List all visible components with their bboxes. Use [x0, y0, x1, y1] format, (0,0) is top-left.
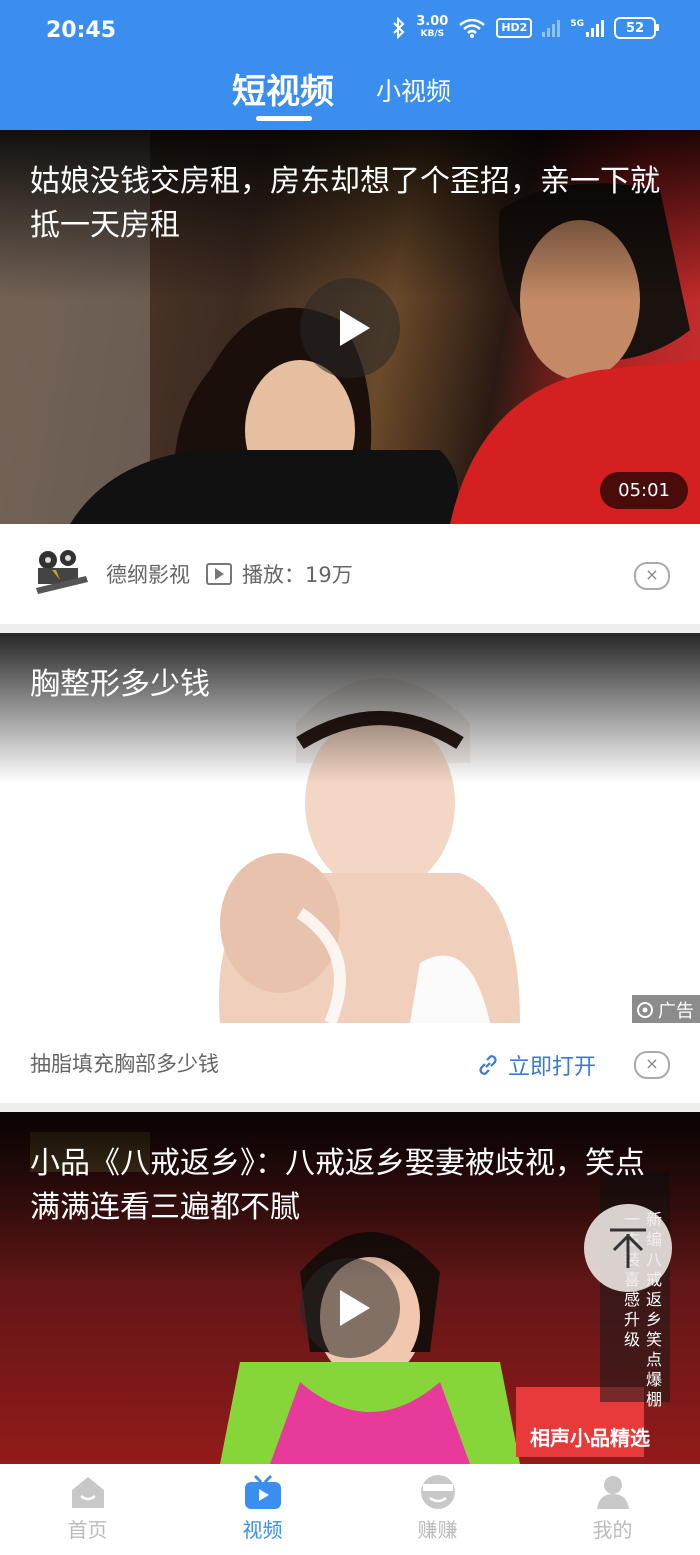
active-tab-indicator	[256, 116, 312, 121]
video-card[interactable]: 小品《八戒返乡》：八戒返乡娶妻被歧视，笑点满满连看三遍都不腻 新编八戒返乡笑点爆…	[0, 1112, 700, 1464]
open-now-link[interactable]: 立即打开	[476, 1049, 596, 1081]
top-bar: 20:45 3.00 KB/S HD2 5G 52 短视频 小视频	[0, 0, 700, 130]
ad-card[interactable]: 胸整形多少钱 广告 抽脂填充胸部多少钱 立即打开 ×	[0, 633, 700, 1103]
video-meta: 德纲影视 播放：19万 ×	[0, 524, 700, 624]
bottom-nav: 首页 视频 赚赚 我的	[0, 1464, 700, 1555]
wifi-icon	[459, 18, 486, 38]
status-time: 20:45	[46, 18, 117, 43]
ad-title[interactable]: 胸整形多少钱	[30, 663, 664, 707]
battery-icon: 52	[614, 17, 659, 39]
dismiss-button[interactable]: ×	[634, 562, 670, 590]
nav-home[interactable]: 首页	[0, 1464, 175, 1555]
video-tabs: 短视频 小视频	[0, 60, 700, 130]
nav-earn[interactable]: 赚赚	[350, 1464, 525, 1555]
ad-info-icon	[637, 1002, 653, 1018]
hd-badge: HD2	[496, 18, 533, 38]
tab-mini-video[interactable]: 小视频	[376, 72, 451, 108]
back-to-top-button[interactable]	[584, 1204, 672, 1292]
ad-image[interactable]: 胸整形多少钱 广告	[0, 633, 700, 1023]
video-title[interactable]: 小品《八戒返乡》：八戒返乡娶妻被歧视，笑点满满连看三遍都不腻	[30, 1142, 664, 1230]
video-title[interactable]: 姑娘没钱交房租，房东却想了个歪招，亲一下就抵一天房租	[30, 160, 664, 248]
signal-icon-sim1	[542, 19, 561, 37]
status-icons: 3.00 KB/S HD2 5G 52	[392, 14, 659, 40]
video-thumbnail[interactable]: 姑娘没钱交房租，房东却想了个歪招，亲一下就抵一天房租 05:01	[0, 130, 700, 524]
earn-face-icon	[420, 1475, 455, 1509]
tab-short-video[interactable]: 短视频	[232, 64, 334, 113]
dismiss-button[interactable]: ×	[634, 1051, 670, 1079]
profile-icon	[596, 1476, 629, 1509]
signal-icon-sim2: 5G	[570, 19, 604, 37]
channel-avatar[interactable]	[32, 548, 90, 600]
ad-description[interactable]: 抽脂填充胸部多少钱	[30, 1048, 219, 1078]
video-thumbnail[interactable]: 小品《八戒返乡》：八戒返乡娶妻被歧视，笑点满满连看三遍都不腻 新编八戒返乡笑点爆…	[0, 1112, 700, 1464]
network-speed: 3.00 KB/S	[416, 14, 449, 39]
channel-name[interactable]: 德纲影视	[106, 559, 190, 589]
play-icon[interactable]	[300, 278, 400, 378]
play-count-icon	[206, 563, 232, 585]
play-icon[interactable]	[300, 1258, 400, 1358]
video-card[interactable]: 姑娘没钱交房租，房东却想了个歪招，亲一下就抵一天房租 05:01 德纲影视 播放…	[0, 130, 700, 624]
link-icon	[479, 1055, 497, 1075]
arrow-up-icon	[610, 1228, 646, 1268]
video-duration: 05:01	[600, 472, 688, 509]
thumbnail-banner: 相声小品精选	[530, 1426, 650, 1450]
ad-meta: 抽脂填充胸部多少钱 立即打开 ×	[0, 1023, 700, 1103]
nav-profile[interactable]: 我的	[525, 1464, 700, 1555]
home-icon	[71, 1477, 104, 1508]
bluetooth-icon	[393, 17, 405, 39]
play-count: 播放：19万	[242, 563, 353, 587]
video-tv-icon	[244, 1474, 281, 1509]
nav-video[interactable]: 视频	[175, 1464, 350, 1555]
ad-label: 广告	[632, 995, 700, 1023]
